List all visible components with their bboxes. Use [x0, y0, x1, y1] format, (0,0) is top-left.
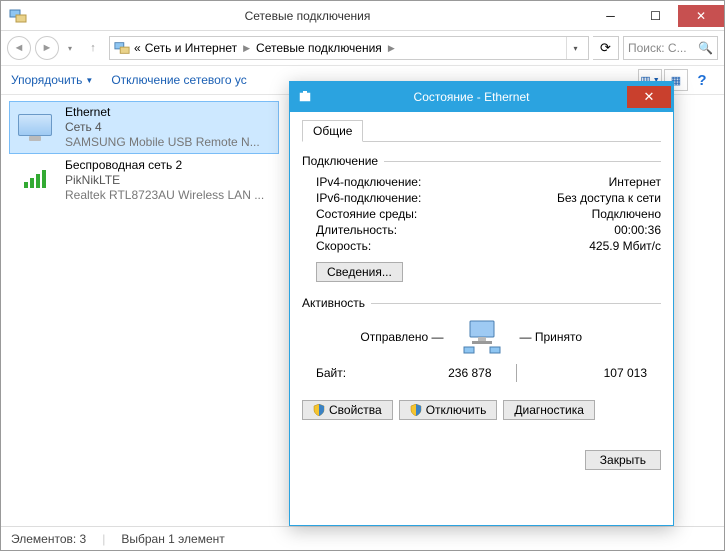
media-state-label: Состояние среды:	[316, 207, 417, 221]
search-icon: 🔍	[698, 41, 713, 55]
dialog-close-button[interactable]: ✕	[627, 86, 671, 108]
ipv6-label: IPv6-подключение:	[316, 191, 421, 205]
duration-value: 00:00:36	[614, 223, 661, 237]
window-title: Сетевые подключения	[27, 9, 588, 23]
bytes-label: Байт:	[316, 366, 386, 380]
properties-button[interactable]: Свойства	[302, 400, 393, 420]
sent-label: Отправлено	[360, 330, 428, 344]
connection-network: Сеть 4	[65, 120, 260, 135]
status-bar: Элементов: 3 | Выбран 1 элемент	[1, 526, 724, 550]
organize-menu[interactable]: Упорядочить▼	[11, 73, 93, 87]
breadcrumb-prefix: «	[134, 41, 141, 55]
duration-label: Длительность:	[316, 223, 397, 237]
speed-value: 425.9 Мбит/с	[589, 239, 661, 253]
location-icon	[114, 40, 130, 56]
connection-device: Realtek RTL8723AU Wireless LAN ...	[65, 188, 264, 203]
disable-button[interactable]: Отключить	[399, 400, 498, 420]
media-state-value: Подключено	[592, 207, 661, 221]
bytes-sent-value: 236 878	[386, 366, 516, 380]
breadcrumb-separator-icon[interactable]: ▶	[243, 43, 250, 54]
shield-icon	[410, 404, 422, 416]
breadcrumb-item[interactable]: Сетевые подключения	[256, 41, 382, 55]
divider	[516, 364, 517, 382]
address-dropdown-icon[interactable]: ▾	[566, 37, 584, 59]
section-connection-label: Подключение	[302, 154, 378, 168]
back-button[interactable]: ◄	[7, 36, 31, 60]
tab-general[interactable]: Общие	[302, 120, 363, 142]
connection-name: Беспроводная сеть 2	[65, 158, 264, 173]
ipv6-value: Без доступа к сети	[557, 191, 661, 205]
help-button[interactable]: ?	[690, 69, 714, 91]
breadcrumb-item[interactable]: Сеть и Интернет	[145, 41, 237, 55]
window-titlebar: Сетевые подключения ─ ☐ ✕	[1, 1, 724, 31]
history-dropdown[interactable]: ▾	[63, 37, 77, 59]
connection-network: PikNikLTE	[65, 173, 264, 188]
up-button[interactable]: ↑	[81, 36, 105, 60]
status-dialog: Состояние - Ethernet ✕ Общие Подключение…	[289, 81, 674, 526]
selection-count: Выбран 1 элемент	[121, 532, 224, 546]
maximize-button[interactable]: ☐	[633, 5, 678, 27]
ipv4-label: IPv4-подключение:	[316, 175, 421, 189]
forward-button[interactable]: ►	[35, 36, 59, 60]
tab-strip: Общие	[302, 120, 661, 142]
dialog-title: Состояние - Ethernet	[316, 90, 627, 104]
diagnose-button[interactable]: Диагностика	[503, 400, 595, 420]
ipv4-value: Интернет	[609, 175, 661, 189]
address-bar[interactable]: « Сеть и Интернет ▶ Сетевые подключения …	[109, 36, 589, 60]
navigation-bar: ◄ ► ▾ ↑ « Сеть и Интернет ▶ Сетевые подк…	[1, 31, 724, 65]
network-connections-icon	[9, 7, 27, 25]
ethernet-icon	[13, 105, 57, 145]
search-input[interactable]: Поиск: С... 🔍	[623, 36, 718, 60]
dialog-titlebar[interactable]: Состояние - Ethernet ✕	[290, 82, 673, 112]
connection-item-ethernet[interactable]: Ethernet Сеть 4 SAMSUNG Mobile USB Remot…	[9, 101, 279, 154]
received-label: Принято	[535, 330, 582, 344]
connection-device: SAMSUNG Mobile USB Remote N...	[65, 135, 260, 150]
ethernet-plug-icon	[298, 89, 316, 105]
shield-icon	[313, 404, 325, 416]
item-count: Элементов: 3	[11, 532, 86, 546]
dialog-close-btn[interactable]: Закрыть	[585, 450, 661, 470]
refresh-button[interactable]: ⟳	[593, 36, 619, 60]
minimize-button[interactable]: ─	[588, 5, 633, 27]
activity-icon	[452, 316, 512, 358]
disable-device-button[interactable]: Отключение сетевого ус	[111, 73, 246, 87]
wifi-icon	[13, 158, 57, 198]
connection-name: Ethernet	[65, 105, 260, 120]
details-button[interactable]: Сведения...	[316, 262, 403, 282]
speed-label: Скорость:	[316, 239, 371, 253]
section-activity-label: Активность	[302, 296, 365, 310]
bytes-received-value: 107 013	[518, 366, 648, 380]
connection-item-wireless[interactable]: Беспроводная сеть 2 PikNikLTE Realtek RT…	[9, 154, 279, 207]
breadcrumb-separator-icon[interactable]: ▶	[388, 43, 395, 54]
search-placeholder: Поиск: С...	[628, 41, 687, 55]
close-button[interactable]: ✕	[678, 5, 724, 27]
